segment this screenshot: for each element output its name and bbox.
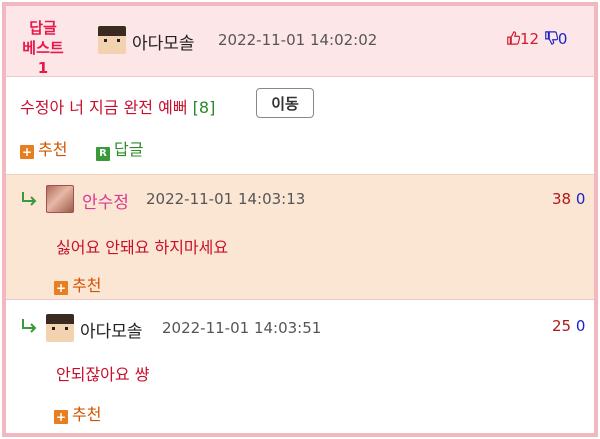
reply-recommend-label: 추천: [72, 405, 102, 424]
reply-recommend-label: 추천: [72, 276, 102, 295]
reply-item: 안수정 2022-11-01 14:03:13 38 0 싫어요 안돼요 하지마…: [6, 174, 594, 300]
author-nickname[interactable]: 아다모솔: [132, 29, 195, 54]
reply-count: [8]: [192, 98, 216, 117]
reply-text: 싫어요 안돼요 하지마세요: [56, 238, 229, 257]
reply-up-count: 38: [552, 190, 572, 208]
reply-author-avatar[interactable]: [46, 185, 74, 213]
reply-r-icon: R: [96, 147, 110, 161]
reply-author-nickname[interactable]: 아다모솔: [80, 317, 143, 342]
reply-author-avatar[interactable]: [46, 314, 74, 342]
reply-button[interactable]: R 답글: [96, 136, 143, 161]
plus-square-icon: +: [54, 281, 68, 295]
recommend-label: 추천: [38, 140, 68, 159]
best-reply-badge: 답글 베스트1: [18, 18, 68, 78]
down-count: 0: [557, 30, 568, 48]
reply-score: 38 0: [552, 190, 585, 208]
reply-date: 2022-11-01 14:03:51: [162, 319, 322, 337]
reply-item: 아다모솔 2022-11-01 14:03:51 25 0 안되잖아요 썅 + 추…: [6, 300, 594, 433]
reply-arrow-icon: [22, 192, 37, 206]
thumbs-down-button[interactable]: 0: [544, 30, 568, 48]
reply-arrow-icon: [22, 319, 37, 333]
thumbs-down-icon: [545, 31, 558, 45]
reply-date: 2022-11-01 14:03:13: [146, 190, 306, 208]
main-comment-text: 수정아 너 지금 완전 예뻐: [20, 98, 188, 117]
author-avatar[interactable]: [98, 26, 126, 54]
reply-recommend-button[interactable]: + 추천: [54, 401, 101, 425]
thumbs-up-icon: [507, 31, 520, 45]
reply-text: 안되잖아요 썅: [56, 365, 150, 384]
reply-up-count: 25: [552, 317, 572, 335]
thumbs-up-button[interactable]: 12: [506, 30, 544, 48]
badge-line-2: 베스트1: [22, 39, 64, 77]
reply-down-count: 0: [575, 190, 586, 208]
plus-square-icon: +: [54, 410, 68, 424]
reply-recommend-button[interactable]: + 추천: [54, 272, 101, 296]
plus-square-icon: +: [20, 145, 34, 159]
main-comment: 수정아 너 지금 완전 예뻐 [8]: [20, 94, 215, 118]
up-count: 12: [520, 30, 540, 48]
recommend-button[interactable]: + 추천: [20, 136, 67, 160]
reply-label: 답글: [114, 140, 144, 159]
reply-score: 25 0: [552, 317, 585, 335]
best-reply-card: 답글 베스트1 아다모솔 2022-11-01 14:02:02 12 0 수정…: [2, 2, 598, 437]
reply-down-count: 0: [575, 317, 586, 335]
badge-line-1: 답글: [29, 19, 57, 37]
reply-author-nickname[interactable]: 안수정: [82, 188, 129, 213]
best-reply-header: 답글 베스트1 아다모솔 2022-11-01 14:02:02 12 0: [6, 6, 594, 77]
move-button[interactable]: 이동: [256, 88, 314, 118]
vote-counts: 12 0: [506, 30, 567, 48]
post-date: 2022-11-01 14:02:02: [218, 31, 378, 49]
